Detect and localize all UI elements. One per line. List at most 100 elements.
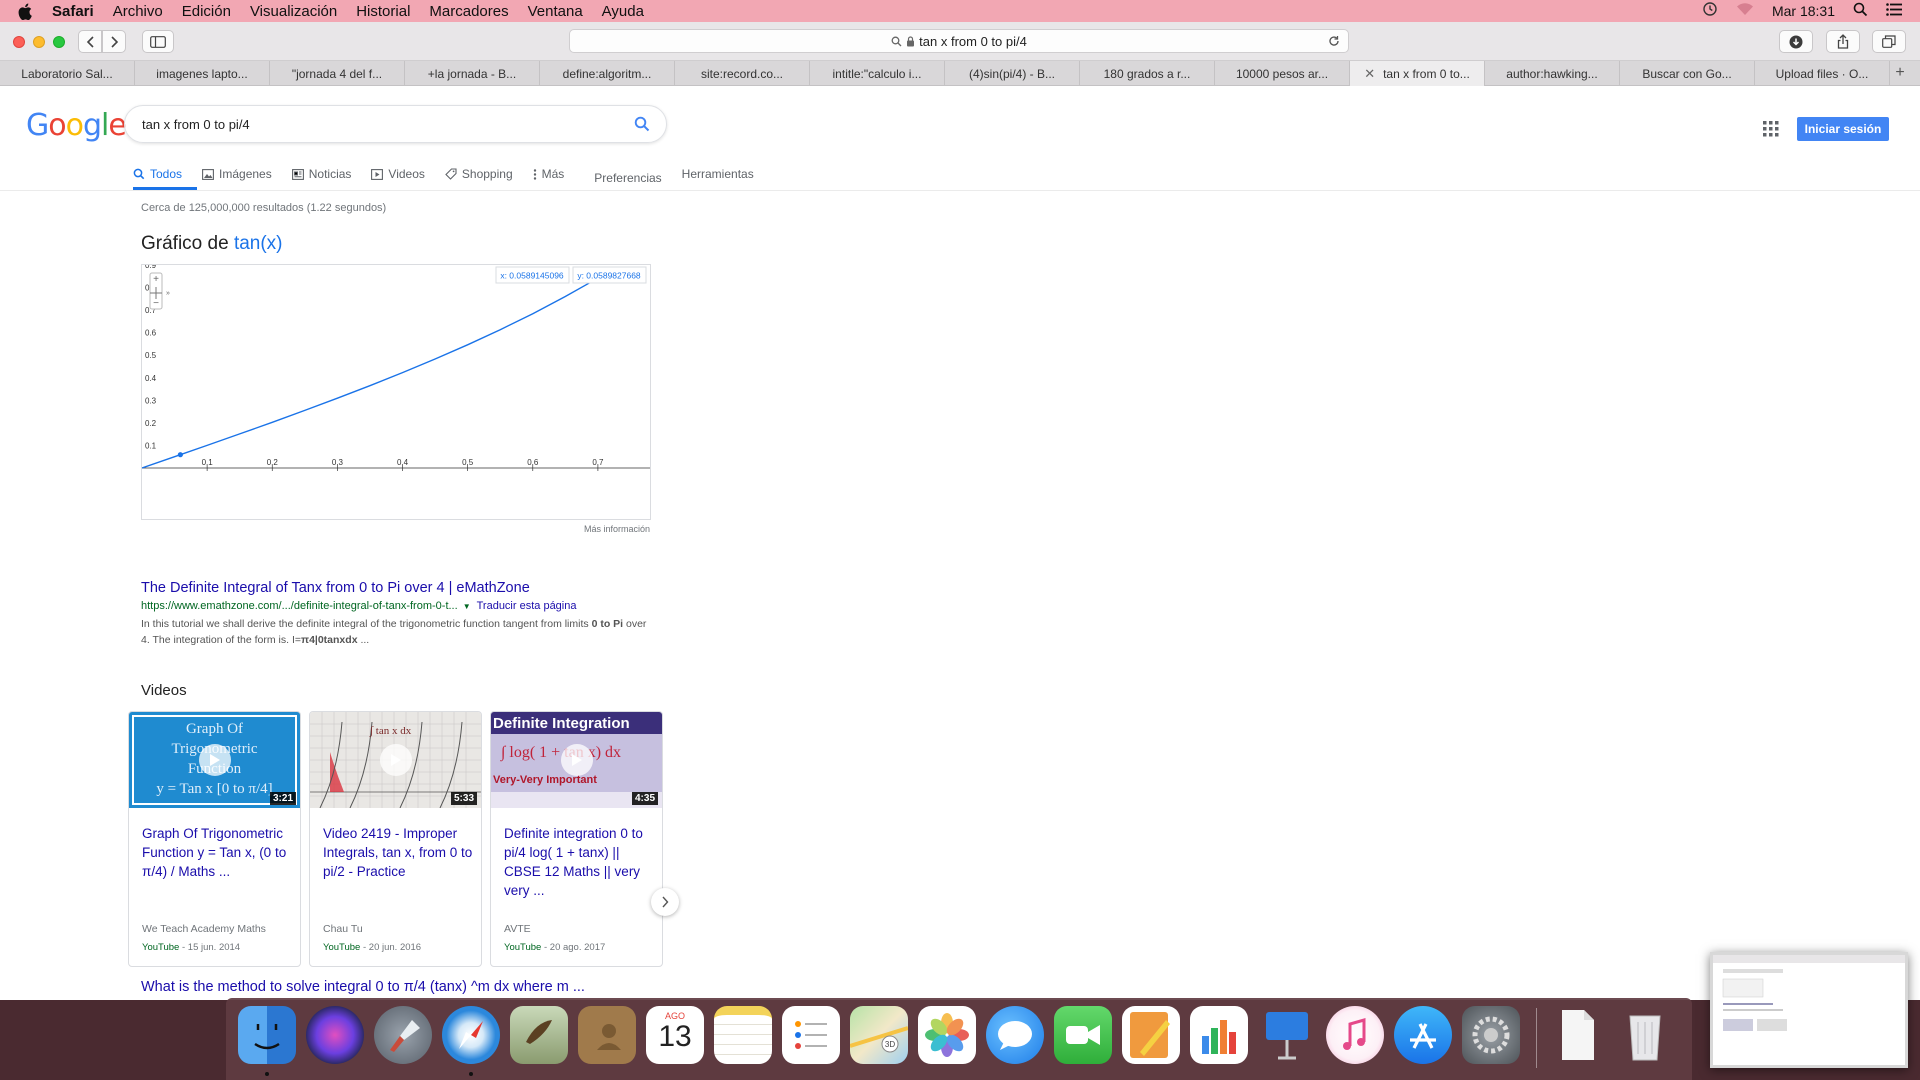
video-thumbnail[interactable]: ∫ tan x dx 5:33 [310, 712, 481, 808]
play-icon[interactable] [561, 744, 593, 776]
downloads-button[interactable] [1779, 30, 1813, 53]
back-button[interactable] [78, 30, 102, 53]
apps-grid-icon[interactable] [1763, 121, 1779, 137]
siri-icon[interactable] [306, 1006, 364, 1064]
browser-tab[interactable]: 10000 pesos ar... [1215, 61, 1350, 86]
notification-center-icon[interactable] [1886, 2, 1902, 20]
function-graph[interactable]: 0.1 0.2 0.3 0.4 0.5 0.6 0.7 0.1 0.2 0.3 0.4 0.5 0.6 0… [141, 261, 651, 520]
search-icon[interactable] [634, 116, 650, 132]
menu-ayuda[interactable]: Ayuda [602, 3, 644, 20]
browser-tab[interactable]: "jornada 4 del f... [270, 61, 405, 86]
browser-tab[interactable]: author:hawking... [1485, 61, 1620, 86]
nav-tab-noticias[interactable]: Noticias [291, 164, 351, 184]
browser-tab[interactable]: Laboratorio Sal... [0, 61, 135, 86]
browser-tab[interactable]: Upload files · O... [1755, 61, 1890, 86]
browser-tab[interactable]: intitle:"calculo i... [810, 61, 945, 86]
contacts-icon[interactable] [578, 1006, 636, 1064]
nav-tab-mas[interactable]: Más [533, 164, 564, 184]
mail-icon[interactable] [510, 1006, 568, 1064]
google-logo[interactable]: Google [26, 108, 127, 143]
launchpad-icon[interactable] [374, 1006, 432, 1064]
menu-ventana[interactable]: Ventana [528, 3, 583, 20]
menu-marcadores[interactable]: Marcadores [429, 3, 508, 20]
document-icon[interactable] [1548, 1006, 1606, 1064]
menu-visualizacion[interactable]: Visualización [250, 3, 337, 20]
messages-icon[interactable] [986, 1006, 1044, 1064]
videos-next-button[interactable] [651, 888, 679, 916]
nav-preferencias[interactable]: Preferencias [594, 168, 661, 188]
browser-tab[interactable]: 180 grados a r... [1080, 61, 1215, 86]
play-icon[interactable] [380, 744, 412, 776]
menu-edicion[interactable]: Edición [182, 3, 231, 20]
zoom-window-button[interactable] [53, 36, 65, 48]
apple-icon[interactable] [18, 1, 38, 21]
nav-tab-videos[interactable]: Videos [371, 164, 425, 184]
sign-in-button[interactable]: Iniciar sesión [1797, 117, 1889, 141]
result-title-link[interactable]: The Definite Integral of Tanx from 0 to … [141, 580, 530, 596]
caret-down-icon[interactable]: ▼ [463, 602, 471, 611]
wifi-icon[interactable] [1736, 2, 1754, 20]
graph-function-link[interactable]: tan(x) [234, 233, 283, 254]
screenshot-thumbnail-preview[interactable] [1710, 952, 1908, 1068]
graph-svg[interactable]: 0.1 0.2 0.3 0.4 0.5 0.6 0.7 0.1 0.2 0.3 0.4 0.5 0.6 0… [141, 261, 650, 519]
clock-text[interactable]: Mar 18:31 [1772, 3, 1835, 19]
browser-tab[interactable]: +la jornada - B... [405, 61, 540, 86]
menu-archivo[interactable]: Archivo [113, 3, 163, 20]
close-tab-icon[interactable]: ✕ [1364, 66, 1375, 82]
browser-tab-active[interactable]: ✕ tan x from 0 to... [1350, 61, 1485, 86]
result-url-text[interactable]: https://www.emathzone.com/.../definite-i… [141, 600, 458, 612]
video-source-name: YouTube [142, 942, 180, 953]
photos-icon[interactable] [918, 1006, 976, 1064]
browser-tab[interactable]: (4)sin(pi/4) - B... [945, 61, 1080, 86]
finder-icon[interactable] [238, 1006, 296, 1064]
browser-tab[interactable]: define:algoritm... [540, 61, 675, 86]
video-title[interactable]: Definite integration 0 to pi/4 log( 1 + … [504, 824, 654, 900]
video-card[interactable]: ∫ tan x dx 5:33 Video 2419 - Improper In… [309, 711, 482, 967]
share-button[interactable] [1826, 30, 1860, 53]
video-card[interactable]: Graph Of Trigonometric Function y = Tan … [128, 711, 301, 967]
safari-icon[interactable] [442, 1006, 500, 1064]
keynote-icon[interactable] [1258, 1006, 1316, 1064]
sidebar-button[interactable] [142, 30, 174, 53]
app-store-icon[interactable] [1394, 1006, 1452, 1064]
trash-icon[interactable] [1616, 1006, 1674, 1064]
notes-icon[interactable] [714, 1006, 772, 1064]
video-title[interactable]: Video 2419 - Improper Integrals, tan x, … [323, 824, 473, 881]
calendar-icon[interactable]: AGO 13 [646, 1006, 704, 1064]
menu-app-name[interactable]: Safari [52, 3, 94, 20]
reload-icon[interactable] [1328, 35, 1340, 47]
address-bar[interactable]: tan x from 0 to pi/4 [569, 29, 1349, 53]
menu-historial[interactable]: Historial [356, 3, 410, 20]
search-input[interactable]: tan x from 0 to pi/4 [124, 105, 667, 143]
spotlight-icon[interactable] [1853, 2, 1868, 21]
video-card[interactable]: Definite Integration ∫ log( 1 + tan x) d… [490, 711, 663, 967]
nav-herramientas[interactable]: Herramientas [682, 164, 754, 184]
browser-tab[interactable]: site:record.co... [675, 61, 810, 86]
maps-icon[interactable]: 3D [849, 1006, 909, 1064]
browser-tab[interactable]: imagenes lapto... [135, 61, 270, 86]
nav-tab-shopping[interactable]: Shopping [445, 164, 513, 184]
pages-icon[interactable] [1122, 1006, 1180, 1064]
video-thumbnail[interactable]: Definite Integration ∫ log( 1 + tan x) d… [491, 712, 662, 808]
nav-tab-imagenes[interactable]: Imágenes [202, 164, 272, 184]
itunes-icon[interactable] [1326, 1006, 1384, 1064]
new-tab-button[interactable]: + [1890, 61, 1910, 85]
zoom-controls[interactable]: + − » [149, 272, 170, 310]
nav-tab-todos[interactable]: Todos [133, 164, 182, 184]
numbers-icon[interactable] [1190, 1006, 1248, 1064]
play-icon[interactable] [199, 744, 231, 776]
browser-tab[interactable]: Buscar con Go... [1620, 61, 1755, 86]
timemachine-icon[interactable] [1702, 1, 1718, 21]
facetime-icon[interactable] [1054, 1006, 1112, 1064]
result-title-link[interactable]: What is the method to solve integral 0 t… [141, 979, 585, 995]
translate-link[interactable]: Traducir esta página [477, 600, 577, 612]
forward-button[interactable] [102, 30, 126, 53]
tab-overview-button[interactable] [1872, 30, 1906, 53]
video-thumbnail[interactable]: Graph Of Trigonometric Function y = Tan … [129, 712, 300, 808]
reminders-icon[interactable] [782, 1006, 840, 1064]
close-window-button[interactable] [13, 36, 25, 48]
minimize-window-button[interactable] [33, 36, 45, 48]
more-info-link[interactable]: Más información [584, 524, 650, 534]
system-preferences-icon[interactable] [1462, 1006, 1520, 1064]
video-title[interactable]: Graph Of Trigonometric Function y = Tan … [142, 824, 292, 881]
